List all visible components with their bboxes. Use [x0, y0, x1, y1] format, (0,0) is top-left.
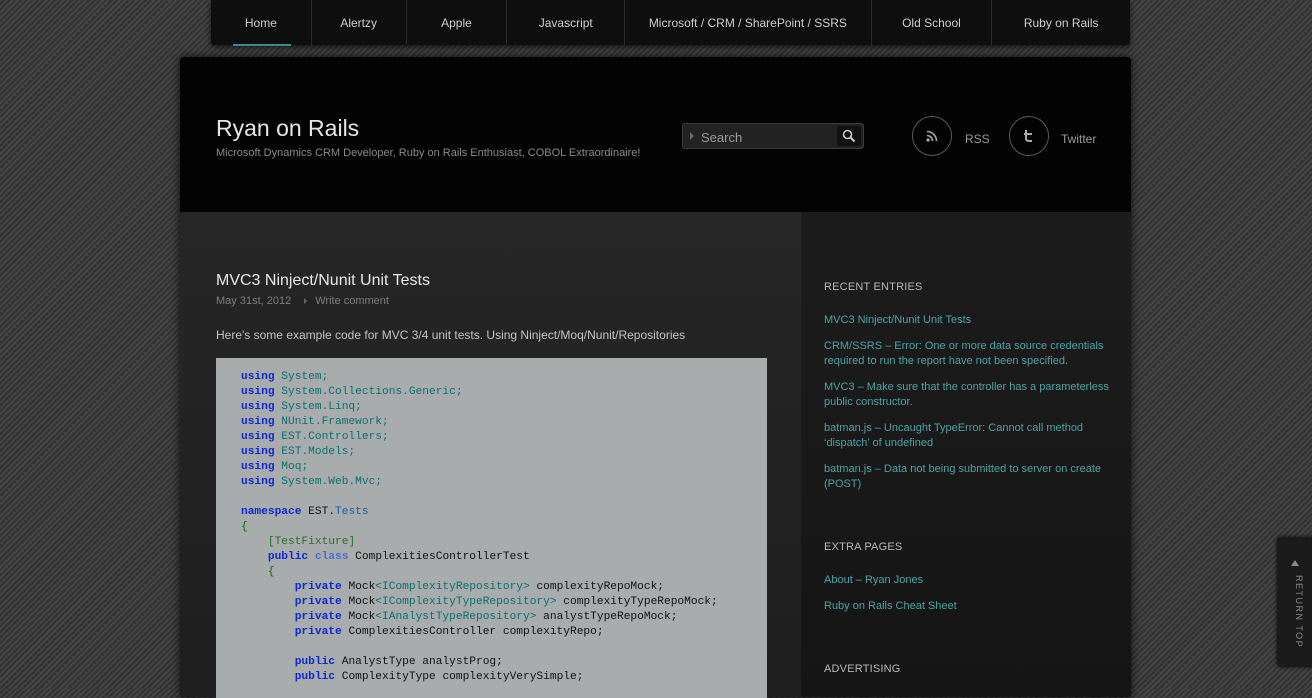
main-nav: Home Alertzy Apple Javascript Microsoft …	[211, 0, 1130, 46]
search-icon	[842, 129, 856, 143]
recent-entry-link[interactable]: batman.js – Data not being submitted to …	[824, 462, 1109, 492]
twitter-label[interactable]: Twitter	[1061, 132, 1096, 146]
arrow-up-icon	[1291, 560, 1299, 566]
extra-page-link[interactable]: Ruby on Rails Cheat Sheet	[824, 599, 1109, 614]
site-header: Ryan on Rails Microsoft Dynamics CRM Dev…	[180, 57, 1131, 212]
sidebar: RECENT ENTRIES MVC3 Ninject/Nunit Unit T…	[801, 212, 1131, 697]
page-wrapper: Ryan on Rails Microsoft Dynamics CRM Dev…	[180, 57, 1131, 698]
code-line: namespace EST.Tests	[241, 506, 369, 518]
write-comment-link[interactable]: Write comment	[315, 295, 389, 307]
search-button[interactable]	[837, 126, 861, 146]
rss-label[interactable]: RSS	[965, 132, 990, 146]
nav-item-home[interactable]: Home	[211, 0, 312, 46]
advertising-heading: ADVERTISING	[824, 663, 901, 675]
search-input[interactable]	[699, 127, 833, 147]
nav-item-label: Ruby on Rails	[1023, 15, 1099, 30]
code-line: using System.Linq;	[241, 401, 362, 413]
code-line: public class ComplexitiesControllerTest	[267, 551, 530, 563]
nav-item-alertzy[interactable]: Alertzy	[312, 0, 407, 45]
nav-item-label: Home	[244, 15, 277, 30]
code-line: [TestFixture]	[267, 536, 356, 548]
extra-pages-heading: EXTRA PAGES	[824, 541, 903, 553]
post-meta: May 31st, 2012 Write comment	[216, 295, 389, 307]
code-line: using System.Web.Mvc;	[241, 476, 383, 488]
code-line: public ComplexityType complexityVerySimp…	[294, 671, 584, 683]
code-line: {	[267, 566, 275, 578]
return-top-button[interactable]: RETURN TOP	[1277, 537, 1312, 667]
recent-entry-link[interactable]: CRM/SSRS – Error: One or more data sourc…	[824, 339, 1109, 369]
return-top-label: RETURN TOP	[1294, 575, 1304, 649]
recent-entry-link[interactable]: MVC3 – Make sure that the controller has…	[824, 380, 1109, 410]
rss-button[interactable]	[912, 116, 952, 156]
code-line: using System.Collections.Generic;	[241, 386, 463, 398]
code-line: public AnalystType analystProg;	[294, 656, 503, 668]
nav-item-javascript[interactable]: Javascript	[507, 0, 626, 45]
nav-item-apple[interactable]: Apple	[407, 0, 508, 45]
code-line: using NUnit.Framework;	[241, 416, 389, 428]
site-tagline: Microsoft Dynamics CRM Developer, Ruby o…	[216, 147, 641, 159]
search-arrow-icon	[690, 132, 694, 140]
nav-item-microsoft[interactable]: Microsoft / CRM / SharePoint / SSRS	[625, 0, 872, 45]
code-line: private Mock<IComplexityRepository> comp…	[294, 581, 664, 593]
recent-entries-heading: RECENT ENTRIES	[824, 281, 923, 293]
code-block: using System; using System.Collections.G…	[216, 358, 767, 698]
twitter-icon	[1024, 130, 1032, 142]
code-line: using EST.Models;	[241, 446, 356, 458]
post-title[interactable]: MVC3 Ninject/Nunit Unit Tests	[216, 272, 430, 290]
code-line: private Mock<IComplexityTypeRepository> …	[294, 596, 718, 608]
recent-entry-link[interactable]: batman.js – Uncaught TypeError: Cannot c…	[824, 421, 1109, 451]
meta-separator-icon	[304, 298, 308, 304]
code-line: using EST.Controllers;	[241, 431, 389, 443]
code-line: using System;	[241, 371, 329, 383]
site-title[interactable]: Ryan on Rails	[216, 115, 359, 142]
nav-item-label: Apple	[441, 15, 472, 30]
nav-item-ruby-on-rails[interactable]: Ruby on Rails	[992, 0, 1130, 45]
extra-page-link[interactable]: About – Ryan Jones	[824, 573, 1109, 588]
code-line: {	[241, 521, 248, 533]
nav-item-label: Microsoft / CRM / SharePoint / SSRS	[648, 15, 847, 30]
main-content: MVC3 Ninject/Nunit Unit Tests May 31st, …	[180, 212, 801, 698]
nav-item-old-school[interactable]: Old School	[872, 0, 993, 45]
nav-item-label: Old School	[902, 15, 961, 30]
nav-item-label: Javascript	[538, 15, 593, 30]
code-line: private ComplexitiesController complexit…	[294, 626, 604, 638]
nav-item-label: Alertzy	[340, 15, 378, 30]
code-line: using Moq;	[241, 461, 309, 473]
twitter-button[interactable]	[1009, 116, 1049, 156]
post-date: May 31st, 2012	[216, 295, 292, 307]
rss-icon	[926, 130, 938, 142]
post-intro: Here's some example code for MVC 3/4 uni…	[216, 328, 686, 342]
code-line: private Mock<IAnalystTypeRepository> ana…	[294, 611, 678, 623]
recent-entry-link[interactable]: MVC3 Ninject/Nunit Unit Tests	[824, 313, 1109, 328]
search-box	[682, 123, 864, 149]
